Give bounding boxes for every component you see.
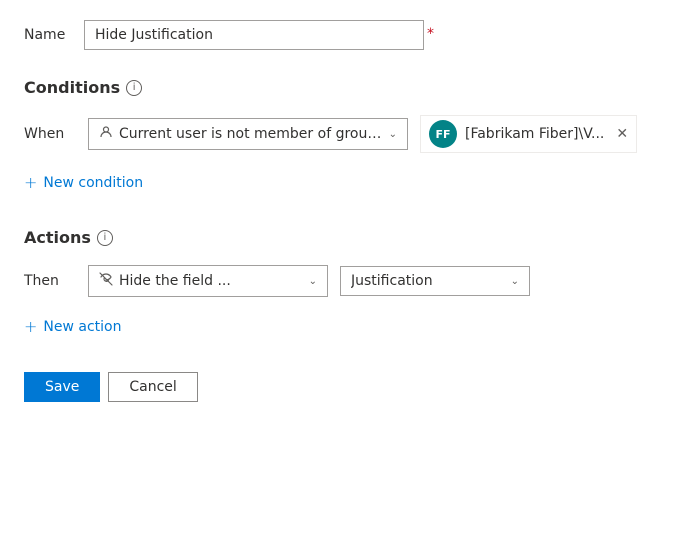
- condition-dropdown-text: Current user is not member of group ...: [119, 126, 383, 142]
- conditions-header: Conditions i: [24, 78, 676, 97]
- then-row: Then Hide the field ... ⌄ Justification …: [24, 265, 676, 297]
- name-row: Name *: [24, 20, 676, 50]
- justification-dropdown-text: Justification: [351, 273, 505, 289]
- condition-chevron-icon: ⌄: [389, 129, 397, 140]
- action-chevron-icon: ⌄: [309, 276, 317, 287]
- name-input[interactable]: [84, 20, 424, 50]
- name-label: Name: [24, 27, 84, 43]
- actions-header: Actions i: [24, 228, 676, 247]
- then-label: Then: [24, 273, 76, 289]
- badge-avatar: FF: [429, 120, 457, 148]
- group-badge: FF [Fabrikam Fiber]\V... ✕: [420, 115, 637, 153]
- conditions-section: Conditions i When Current user is not me…: [24, 78, 676, 196]
- add-condition-button[interactable]: + New condition: [24, 169, 676, 196]
- actions-section: Actions i Then Hide the field ... ⌄ Just…: [24, 228, 676, 340]
- save-button[interactable]: Save: [24, 372, 100, 402]
- conditions-info-icon[interactable]: i: [126, 80, 142, 96]
- hide-field-icon: [99, 272, 113, 290]
- condition-dropdown[interactable]: Current user is not member of group ... …: [88, 118, 408, 150]
- conditions-title: Conditions: [24, 78, 120, 97]
- add-condition-label: New condition: [43, 175, 143, 191]
- cancel-button[interactable]: Cancel: [108, 372, 197, 402]
- when-row: When Current user is not member of group…: [24, 115, 676, 153]
- badge-close-icon[interactable]: ✕: [616, 126, 628, 142]
- when-label: When: [24, 126, 76, 142]
- actions-title: Actions: [24, 228, 91, 247]
- add-action-label: New action: [43, 319, 121, 335]
- add-action-button[interactable]: + New action: [24, 313, 676, 340]
- actions-info-icon[interactable]: i: [97, 230, 113, 246]
- action-dropdown[interactable]: Hide the field ... ⌄: [88, 265, 328, 297]
- add-condition-plus-icon: +: [24, 173, 37, 192]
- badge-text: [Fabrikam Fiber]\V...: [465, 126, 604, 142]
- person-icon: [99, 125, 113, 143]
- justification-chevron-icon: ⌄: [511, 276, 519, 287]
- action-dropdown-text: Hide the field ...: [119, 273, 303, 289]
- add-action-plus-icon: +: [24, 317, 37, 336]
- buttons-row: Save Cancel: [24, 372, 676, 402]
- name-input-wrapper: *: [84, 20, 424, 50]
- required-star: *: [427, 26, 434, 42]
- justification-dropdown[interactable]: Justification ⌄: [340, 266, 530, 296]
